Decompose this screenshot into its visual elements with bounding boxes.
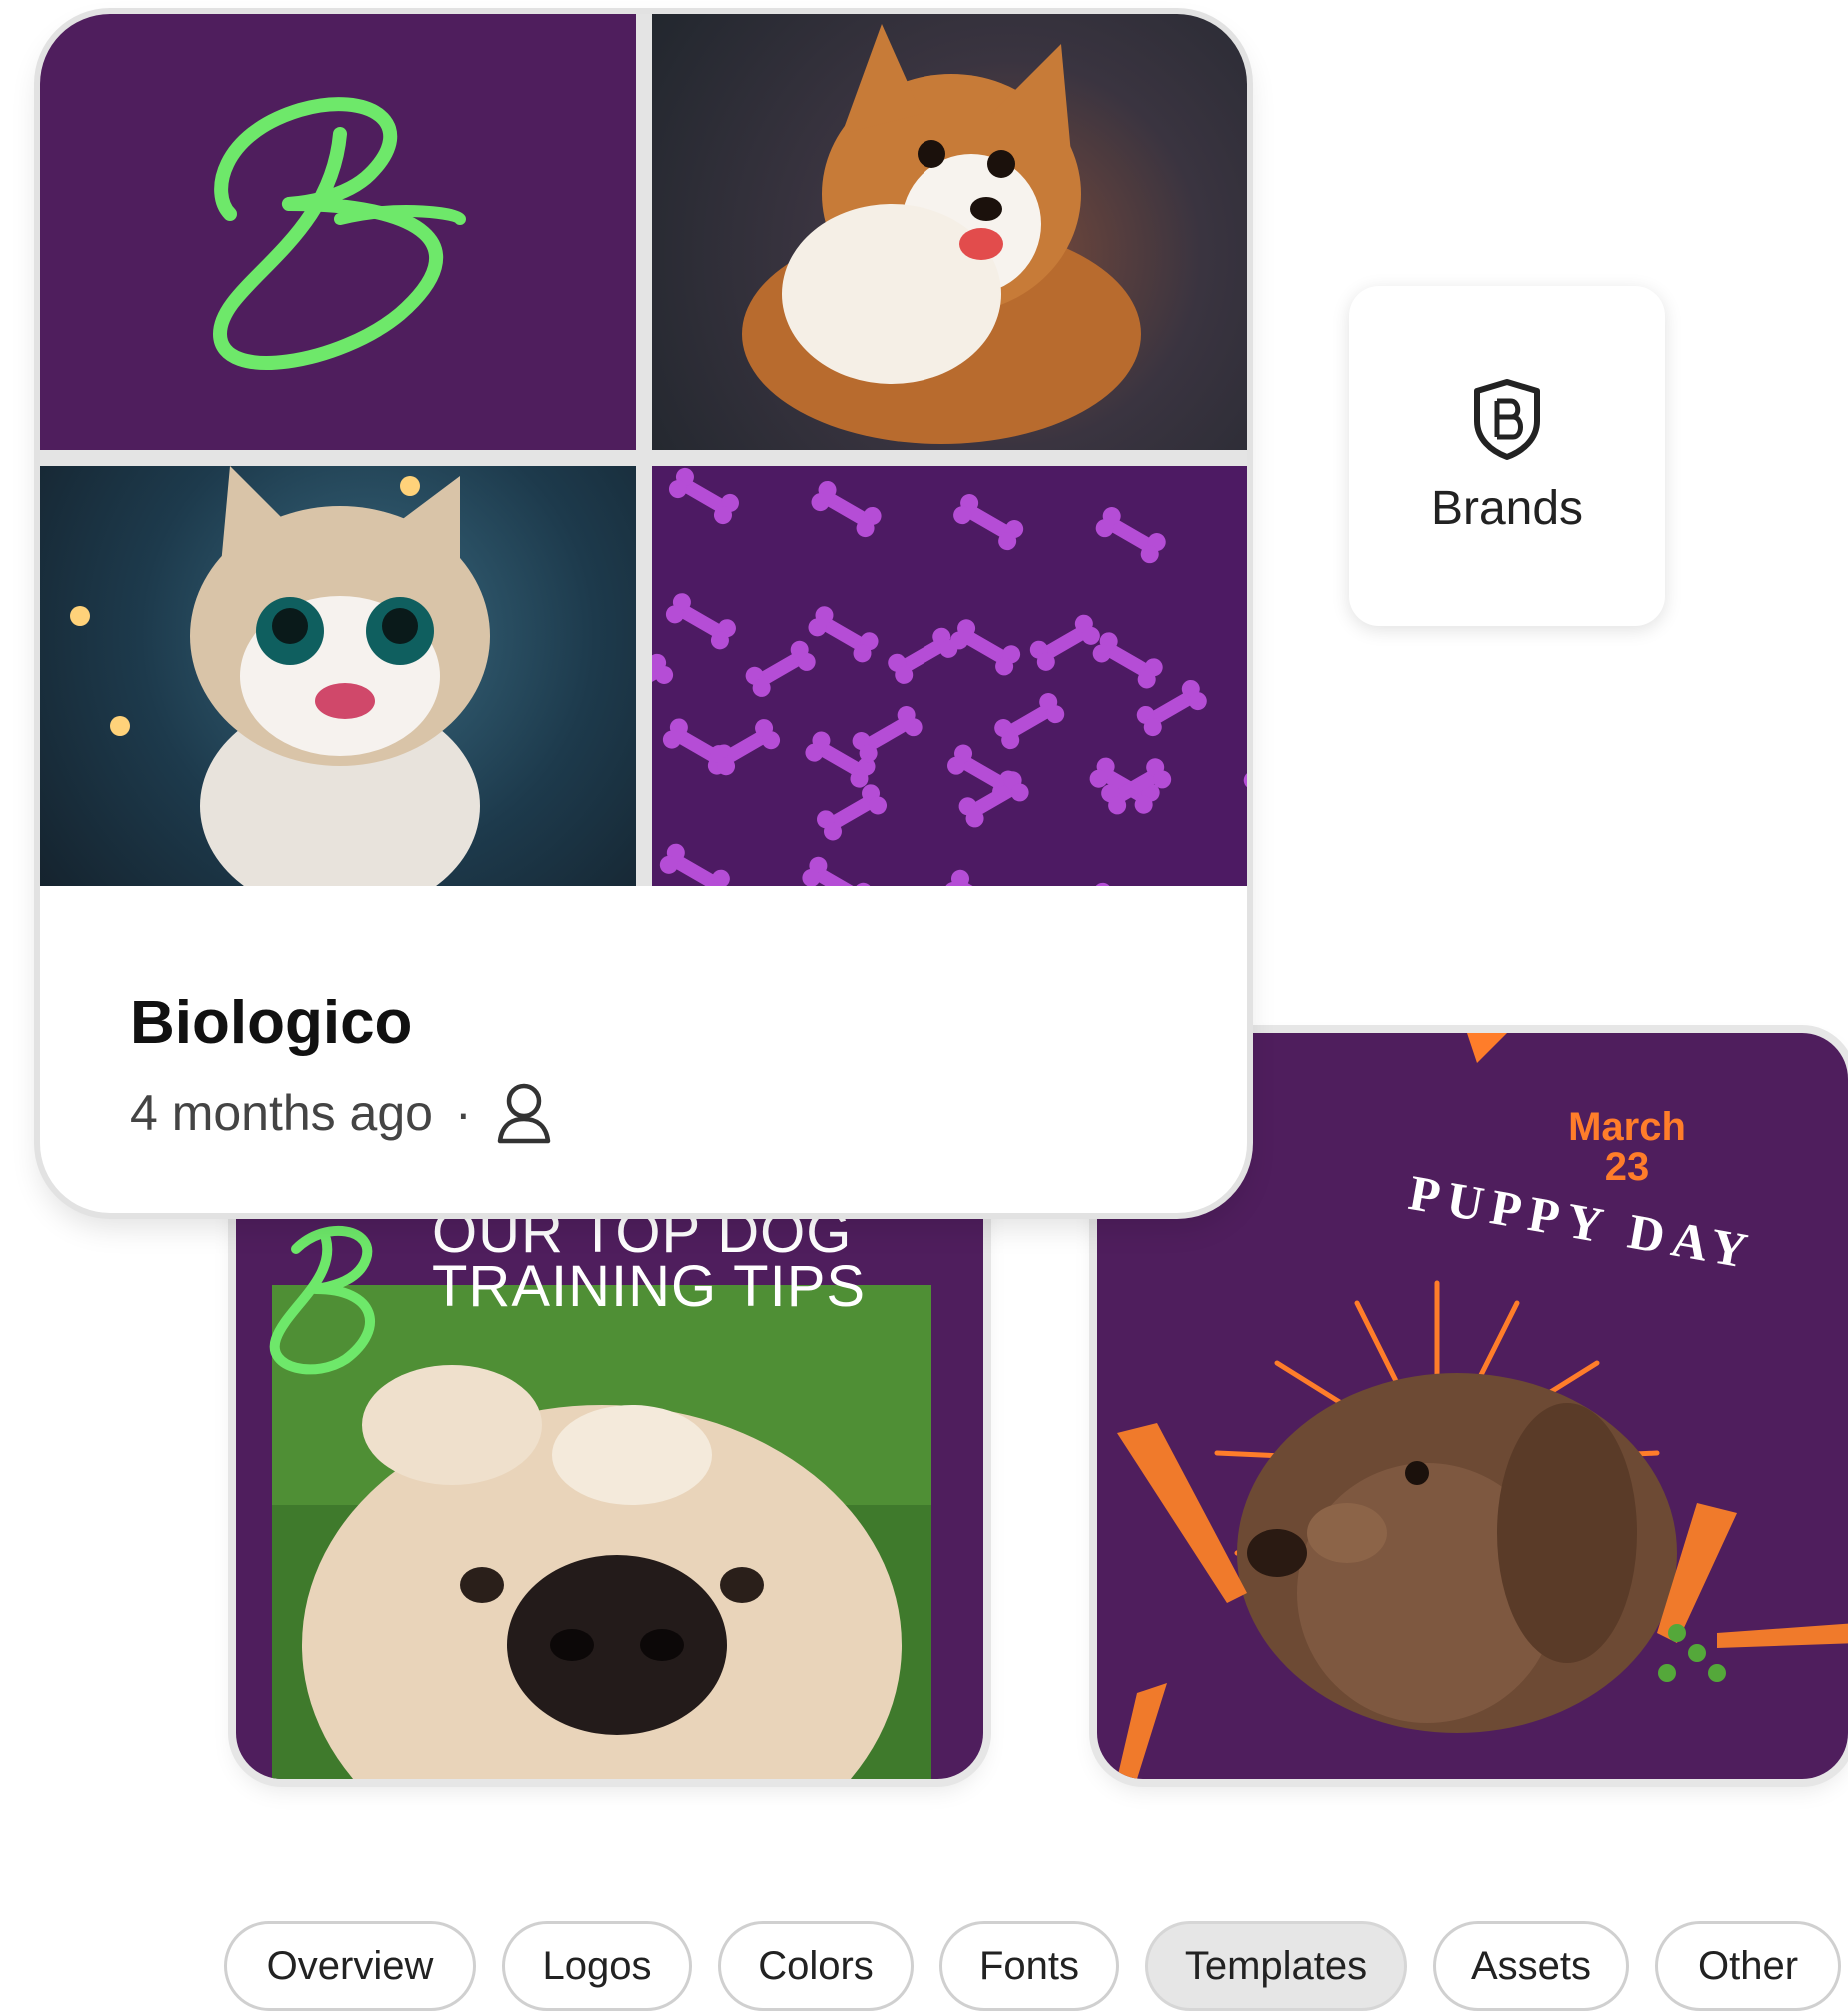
brand-logo [213,97,466,370]
corgi-image [652,14,1247,450]
brand-logo-mark [269,1225,375,1375]
brand-shield-icon [1474,378,1540,460]
brands-tile[interactable]: Brands [1349,286,1665,626]
brand-card-info: Biologico 4 months ago · [54,902,1233,1201]
brand-meta: 4 months ago · [130,1081,554,1145]
tab-assets[interactable]: Assets [1433,1921,1629,2011]
tab-colors[interactable]: Colors [718,1921,914,2011]
event-date-day: 23 [1604,1145,1650,1189]
meta-separator: · [454,1085,472,1141]
tab-fonts[interactable]: Fonts [939,1921,1119,2011]
brand-card[interactable]: Biologico 4 months ago · [40,14,1247,1213]
tab-overview[interactable]: Overview [224,1921,476,2011]
tab-other[interactable]: Other [1655,1921,1841,2011]
event-date-month: March [1568,1105,1686,1149]
bone-pattern-image [652,466,1247,886]
brand-updated-time: 4 months ago [130,1085,433,1141]
grid-divider [40,450,1247,466]
event-date: March 23 [1547,1107,1707,1187]
user-icon [497,1083,550,1144]
brand-name: Biologico [130,989,413,1057]
template-card-training-tips[interactable]: OUR TOP DOG TRAINING TIPS [236,1119,983,1779]
kitten-image [40,466,636,886]
tab-templates[interactable]: Templates [1145,1921,1407,2011]
tab-logos[interactable]: Logos [502,1921,692,2011]
brand-logo-tile [40,14,636,450]
brands-label: Brands [1430,481,1584,535]
template-headline-line2: TRAINING TIPS [432,1254,867,1319]
